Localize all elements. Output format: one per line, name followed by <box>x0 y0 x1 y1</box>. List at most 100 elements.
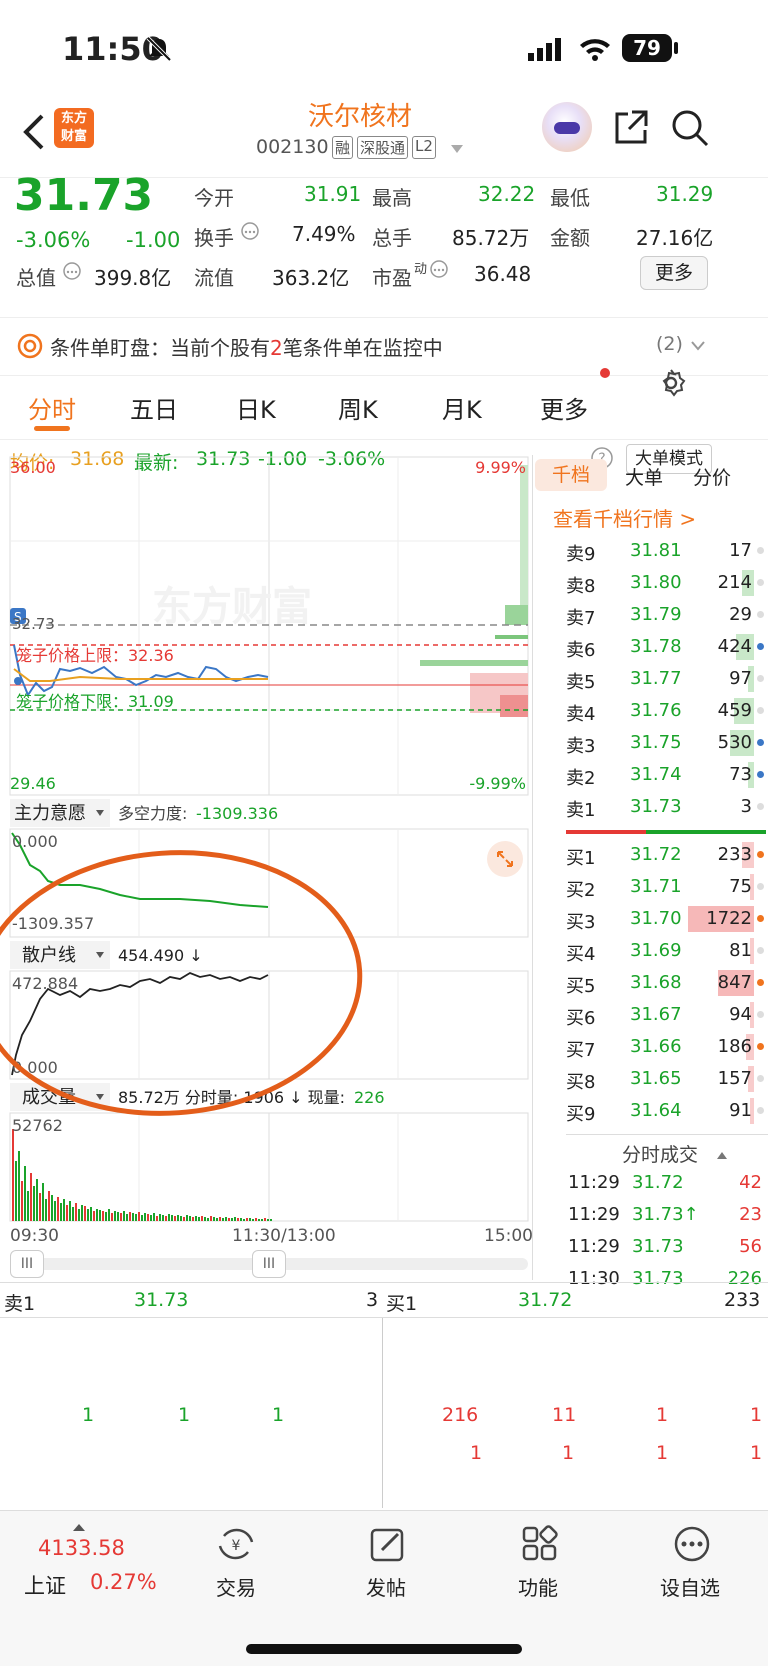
ask-row[interactable]: 卖9 31.81 17 <box>566 534 766 568</box>
volume-bar <box>201 1216 203 1221</box>
tab-thousand-level[interactable]: 千档 <box>535 459 607 491</box>
share-icon[interactable] <box>612 108 650 146</box>
info-icon[interactable] <box>241 222 259 240</box>
ask-row[interactable]: 卖7 31.79 29 <box>566 598 766 632</box>
queue-sell-order: 1 <box>82 1404 95 1426</box>
volume-bar <box>12 1129 14 1221</box>
status-dot <box>757 1011 764 1018</box>
index-value[interactable]: 4133.58 <box>38 1536 125 1560</box>
status-dot <box>757 547 764 554</box>
ask-row[interactable]: 卖3 31.75 530 <box>566 726 766 760</box>
volume-bar <box>144 1213 146 1221</box>
tab-intraday[interactable]: 分时 <box>28 390 76 425</box>
tab-price-split[interactable]: 分价 <box>693 463 731 490</box>
level-qty: 29 <box>729 604 752 625</box>
watchlist-label[interactable]: 设自选 <box>660 1572 720 1601</box>
tab-month-k[interactable]: 月K <box>442 390 482 425</box>
volume-bar <box>237 1218 239 1221</box>
bid-row[interactable]: 买5 31.68 847 <box>566 966 766 1000</box>
tick-price: 31.73↑ <box>632 1204 699 1225</box>
bid-row[interactable]: 买2 31.71 75 <box>566 870 766 904</box>
volume-bar <box>84 1206 86 1221</box>
ask-row[interactable]: 卖2 31.74 73 <box>566 758 766 792</box>
volume-bar <box>255 1218 257 1221</box>
status-dot <box>757 803 764 810</box>
level-qty: 186 <box>717 1036 752 1057</box>
condition-text1: 当前个股有 <box>170 336 270 360</box>
trade-label[interactable]: 交易 <box>216 1572 256 1601</box>
bid-row[interactable]: 买7 31.66 186 <box>566 1030 766 1064</box>
annotation-circle <box>0 850 363 1116</box>
tick-title[interactable]: 分时成交 <box>622 1140 698 1167</box>
volume-bar <box>222 1218 224 1221</box>
post-icon[interactable] <box>368 1524 408 1564</box>
quote-panel: 31.73 -3.06% -1.00 总值 399.8亿 今开 31.91 最高… <box>0 170 768 318</box>
bid-row[interactable]: 买3 31.70 1722 <box>566 902 766 936</box>
status-dot <box>757 1107 764 1114</box>
function-label[interactable]: 功能 <box>518 1572 558 1601</box>
info-icon[interactable] <box>430 260 448 278</box>
function-grid-icon[interactable] <box>520 1524 560 1564</box>
settings-gear-icon[interactable] <box>656 368 686 398</box>
tab-five-day[interactable]: 五日 <box>130 390 178 425</box>
status-dot <box>757 707 764 714</box>
cellular-signal-icon <box>528 38 561 61</box>
level-qty: 3 <box>740 796 752 817</box>
post-label[interactable]: 发帖 <box>366 1572 406 1601</box>
tab-big-order[interactable]: 大单 <box>625 463 663 490</box>
chart-bottom-price: 29.46 <box>10 774 56 793</box>
status-dot <box>757 883 764 890</box>
bid-row[interactable]: 买4 31.69 81 <box>566 934 766 968</box>
queue-buy-order: 1 <box>562 1442 575 1464</box>
volume-bar <box>261 1219 263 1221</box>
info-icon[interactable] <box>63 262 81 280</box>
volume-value: 85.72万 <box>452 226 530 250</box>
volume-bar <box>33 1186 35 1221</box>
main-force-label: 主力意愿 <box>14 803 86 824</box>
chart-tabs: 分时 五日 日K 周K 月K 更多 <box>0 368 768 440</box>
volume-bar <box>54 1201 56 1221</box>
ask-row[interactable]: 卖6 31.78 424 <box>566 630 766 664</box>
bid-row[interactable]: 买1 31.72 233 <box>566 838 766 872</box>
volume-bar <box>150 1215 152 1221</box>
volume-bar <box>15 1161 17 1221</box>
ask-row[interactable]: 卖1 31.73 3 <box>566 790 766 824</box>
volume-bar <box>102 1211 104 1221</box>
tab-week-k[interactable]: 周K <box>338 390 378 425</box>
eastmoney-logo[interactable]: 东方 财富 <box>54 108 94 148</box>
bid-row[interactable]: 买6 31.67 94 <box>566 998 766 1032</box>
status-dot <box>757 1075 764 1082</box>
back-arrow-icon[interactable] <box>20 112 48 152</box>
trade-icon[interactable]: ¥ <box>216 1524 256 1564</box>
volume-bar <box>39 1193 41 1221</box>
status-dot <box>757 771 764 778</box>
scroll-handle-right[interactable]: III <box>252 1250 286 1278</box>
open-value: 31.91 <box>304 182 362 206</box>
home-indicator[interactable] <box>246 1644 522 1654</box>
ask-row[interactable]: 卖4 31.76 459 <box>566 694 766 728</box>
condition-order-bar[interactable]: 条件单盯盘：当前个股有2笔条件单在监控中 (2) <box>0 320 768 376</box>
chevron-down-icon[interactable] <box>450 144 464 154</box>
more-button[interactable]: 更多 <box>640 256 708 290</box>
chevron-up-icon[interactable] <box>716 1150 728 1160</box>
ask-row[interactable]: 卖5 31.77 97 <box>566 662 766 696</box>
volume-bar <box>189 1216 191 1221</box>
last-price: 31.73 <box>14 170 154 221</box>
view-thousand-link[interactable]: 查看千档行情 > <box>553 503 696 532</box>
index-pct[interactable]: 0.27% <box>90 1570 157 1594</box>
tick-time: 11:29 <box>568 1204 620 1225</box>
more-dots-icon[interactable] <box>672 1524 712 1564</box>
bid-row[interactable]: 买9 31.64 91 <box>566 1094 766 1128</box>
tab-more[interactable]: 更多 <box>540 390 588 425</box>
search-icon[interactable] <box>670 108 710 148</box>
ask-row[interactable]: 卖8 31.80 214 <box>566 566 766 600</box>
index-name[interactable]: 上证 <box>24 1570 66 1600</box>
scroll-handle-left[interactable]: III <box>10 1250 44 1278</box>
expand-button[interactable] <box>487 841 523 877</box>
volume-bar <box>243 1219 245 1221</box>
volume-bar <box>99 1210 101 1221</box>
robot-avatar[interactable] <box>542 102 592 152</box>
bid-row[interactable]: 买8 31.65 157 <box>566 1062 766 1096</box>
tab-day-k[interactable]: 日K <box>236 390 276 425</box>
low-value: 31.29 <box>656 182 714 206</box>
